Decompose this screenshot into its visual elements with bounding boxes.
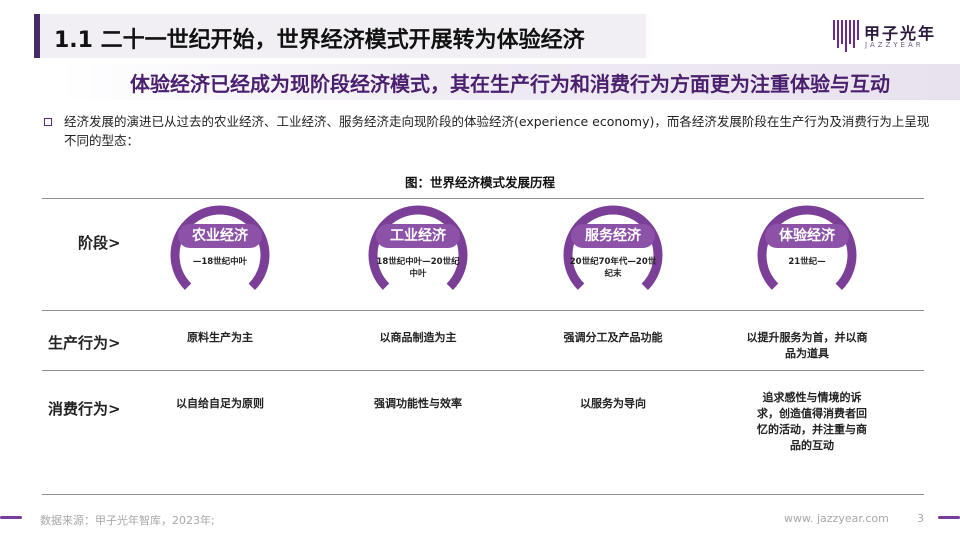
title-bar: 1.1 二十一世纪开始，世界经济模式开展转为体验经济 — [34, 14, 646, 58]
brand-logo: 甲子光年 JAZZYEAR — [832, 18, 942, 54]
stage-service: 服务经济 20世纪70年代—20世纪末 — [558, 200, 668, 310]
stage-period: —18世纪中叶 — [192, 257, 248, 267]
left-edge-mark — [0, 516, 22, 519]
stage-industrial: 工业经济 18世纪中叶—20世纪中叶 — [363, 200, 473, 310]
jazzyear-bars-logo-icon — [833, 20, 859, 52]
stage-ring-icon — [368, 205, 468, 305]
data-source-note: 数据来源：甲子光年智库，2023年; — [40, 514, 215, 527]
consumption-cell: 以服务为导向 — [580, 397, 646, 410]
divider-bottom — [42, 494, 924, 495]
square-bullet-icon — [44, 118, 52, 126]
right-edge-mark — [938, 516, 960, 519]
logo-name-en: JAZZYEAR — [865, 41, 924, 49]
stage-ring-icon — [563, 205, 663, 305]
stage-name: 服务经济 — [571, 224, 655, 248]
stage-period: 20世纪70年代—20世纪末 — [569, 257, 657, 279]
stage-name: 体验经济 — [765, 224, 849, 248]
production-cell: 以商品制造为主 — [379, 331, 457, 344]
divider-stage — [42, 310, 924, 311]
production-cell: 以提升服务为首，并以商品为道具 — [746, 331, 868, 360]
divider-production — [42, 370, 924, 371]
consumption-cell: 强调功能性与效率 — [374, 397, 462, 410]
page-subtitle: 体验经济已经成为现阶段经济模式，其在生产行为和消费行为方面更为注重体验与互动 — [130, 72, 890, 96]
stage-name: 农业经济 — [178, 224, 262, 248]
page-number: 3 — [917, 512, 924, 525]
stage-name: 工业经济 — [376, 224, 460, 248]
stage-agricultural: 农业经济 —18世纪中叶 — [165, 200, 275, 310]
stage-ring-icon — [170, 205, 270, 305]
website-url: www. jazzyear.com — [784, 512, 889, 525]
row-label-stage: 阶段> — [78, 234, 121, 252]
figure-title: 图：世界经济模式发展历程 — [404, 175, 555, 190]
stage-ring-icon — [757, 205, 857, 305]
row-label-consumption: 消费行为> — [48, 400, 121, 418]
intro-paragraph: 经济发展的演进已从过去的农业经济、工业经济、服务经济走向现阶段的体验经济(exp… — [64, 114, 930, 148]
subtitle-bar: 体验经济已经成为现阶段经济模式，其在生产行为和消费行为方面更为注重体验与互动 — [60, 64, 960, 100]
divider-top — [42, 198, 924, 199]
production-cell: 原料生产为主 — [187, 331, 253, 344]
stage-period: 18世纪中叶—20世纪中叶 — [376, 257, 460, 279]
row-label-production: 生产行为> — [48, 334, 121, 352]
production-cell: 强调分工及产品功能 — [563, 331, 663, 344]
consumption-cell: 以自给自足为原则 — [176, 397, 264, 410]
consumption-cell: 追求感性与情境的诉求，创造值得消费者回忆的活动，并注重与商品的互动 — [757, 391, 867, 452]
stage-experience: 体验经济 21世纪— — [752, 200, 862, 310]
stage-period: 21世纪— — [788, 257, 826, 267]
page-title: 1.1 二十一世纪开始，世界经济模式开展转为体验经济 — [54, 28, 585, 53]
